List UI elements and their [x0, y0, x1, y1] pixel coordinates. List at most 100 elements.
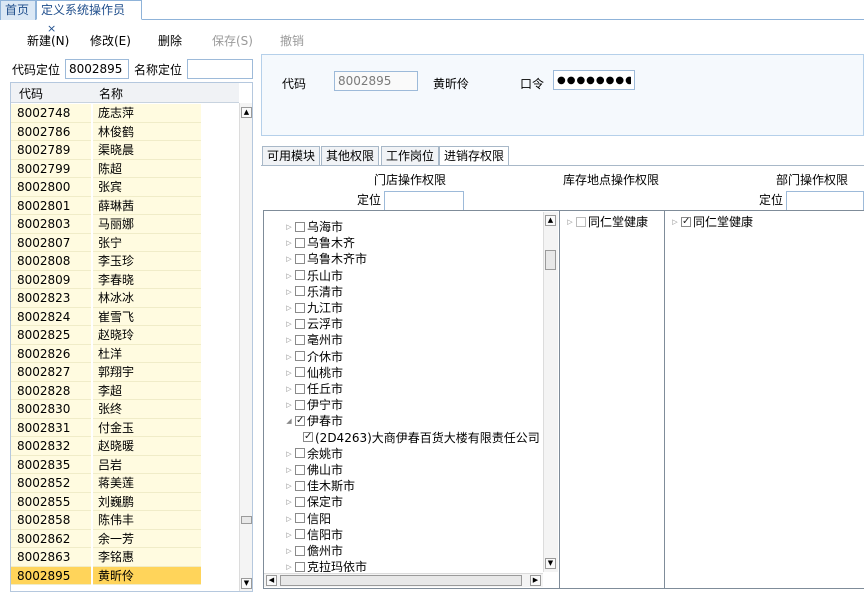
tree-checkbox[interactable] [295, 496, 305, 507]
tree-item[interactable]: ▷ 九江市 [284, 300, 343, 316]
tree-item[interactable]: ▷ 乌鲁木齐 [284, 235, 355, 251]
tree-item[interactable]: ▷ 克拉玛依市 [284, 559, 367, 572]
table-row[interactable]: 8002863 李铭惠 [11, 548, 239, 567]
warehouse-tree-item[interactable]: ▷ 同仁堂健康 [565, 214, 648, 230]
collapsed-arrow-icon[interactable]: ▷ [284, 251, 294, 267]
table-row[interactable]: 8002803 马丽娜 [11, 215, 239, 234]
table-row[interactable]: 8002809 李春晓 [11, 270, 239, 289]
tree-checkbox[interactable] [295, 383, 305, 394]
tree-item[interactable]: ▷ 乐清市 [284, 284, 343, 300]
tree-checkbox[interactable] [295, 318, 305, 329]
store-locate-input[interactable] [384, 191, 464, 211]
warehouse-checkbox[interactable] [576, 216, 586, 227]
collapsed-arrow-icon[interactable]: ▷ [284, 219, 294, 235]
tree-item[interactable]: ▷ 保定市 [284, 494, 343, 510]
table-row[interactable]: 8002855 刘巍鹏 [11, 492, 239, 511]
tree-item[interactable]: ▷ 信阳 [284, 511, 331, 527]
tree-item[interactable]: ▷ 乌鲁木齐市 [284, 251, 367, 267]
tree-item[interactable]: ▷ 乌海市 [284, 219, 343, 235]
table-row[interactable]: 8002786 林俊鹤 [11, 122, 239, 141]
collapsed-arrow-icon[interactable]: ▷ [284, 446, 294, 462]
tree-item[interactable]: ▷ 云浮市 [284, 316, 343, 332]
collapsed-arrow-icon[interactable]: ▷ [670, 214, 680, 230]
tree-item[interactable]: ▷ 介休市 [284, 349, 343, 365]
collapsed-arrow-icon[interactable]: ▷ [284, 494, 294, 510]
tree-checkbox[interactable] [295, 367, 305, 378]
table-row[interactable]: 8002800 张宾 [11, 178, 239, 197]
tab-home[interactable]: 首页 [0, 0, 36, 20]
tree-checkbox[interactable] [295, 464, 305, 475]
tree-item[interactable]: (2D4263)大商伊春百货大楼有限责任公司 [302, 429, 540, 446]
table-row[interactable]: 8002824 崔雪飞 [11, 307, 239, 326]
scroll-down-icon[interactable]: ▼ [545, 558, 556, 569]
tree-checkbox[interactable] [295, 221, 305, 232]
tree-checkbox[interactable] [295, 237, 305, 248]
tab-define-operator[interactable]: 定义系统操作员× [36, 0, 142, 35]
table-row[interactable]: 8002852 蒋美莲 [11, 474, 239, 493]
tree-checkbox[interactable] [295, 448, 305, 459]
tree-item[interactable]: ▷ 伊宁市 [284, 397, 343, 413]
table-row[interactable]: 8002835 吕岩 [11, 455, 239, 474]
collapsed-arrow-icon[interactable]: ▷ [284, 365, 294, 381]
collapsed-arrow-icon[interactable]: ▷ [284, 381, 294, 397]
new-button[interactable]: 新建(N) [27, 33, 69, 49]
tree-item[interactable]: ▷ 乐山市 [284, 268, 343, 284]
collapsed-arrow-icon[interactable]: ▷ [565, 214, 575, 230]
tree-checkbox[interactable] [295, 334, 305, 345]
grid-scroll-thumb[interactable] [241, 516, 252, 524]
table-row[interactable]: 8002831 付金玉 [11, 418, 239, 437]
tree-item[interactable]: ◢ 伊春市 [284, 413, 343, 429]
table-row[interactable]: 8002830 张终 [11, 400, 239, 419]
password-field[interactable] [553, 70, 635, 90]
scroll-up-icon[interactable]: ▲ [545, 215, 556, 226]
table-row[interactable]: 8002808 李玉珍 [11, 252, 239, 271]
tree-item[interactable]: ▷ 亳州市 [284, 332, 343, 348]
tree-checkbox[interactable] [295, 399, 305, 410]
header-code-input[interactable] [334, 71, 418, 91]
grid-header-code[interactable]: 代码 [19, 85, 43, 102]
table-row[interactable]: 8002895 黄昕伶 [11, 566, 239, 585]
store-tree-vscrollbar[interactable]: ▲ ▼ [543, 212, 558, 572]
table-row[interactable]: 8002827 郭翔宇 [11, 363, 239, 382]
tree-checkbox[interactable] [295, 413, 305, 429]
collapsed-arrow-icon[interactable]: ▷ [284, 332, 294, 348]
tab-modules[interactable]: 可用模块 [262, 146, 321, 166]
tree-item[interactable]: ▷ 信阳市 [284, 527, 343, 543]
grid-scrollbar[interactable]: ▲ ▼ [239, 103, 252, 591]
collapsed-arrow-icon[interactable]: ▷ [284, 316, 294, 332]
table-row[interactable]: 8002858 陈伟丰 [11, 511, 239, 530]
collapsed-arrow-icon[interactable]: ▷ [284, 527, 294, 543]
tree-item[interactable]: ▷ 余姚市 [284, 446, 343, 462]
edit-button[interactable]: 修改(E) [90, 33, 131, 49]
tree-checkbox[interactable] [295, 270, 305, 281]
table-row[interactable]: 8002807 张宁 [11, 233, 239, 252]
collapsed-arrow-icon[interactable]: ▷ [284, 284, 294, 300]
dept-checkbox[interactable] [681, 214, 691, 230]
table-row[interactable]: 8002748 庞志萍 [11, 104, 239, 123]
table-row[interactable]: 8002828 李超 [11, 381, 239, 400]
tree-checkbox[interactable] [295, 480, 305, 491]
grid-header-name[interactable]: 名称 [99, 85, 123, 102]
expanded-arrow-icon[interactable]: ◢ [284, 413, 294, 429]
table-row[interactable]: 8002789 渠晓晨 [11, 141, 239, 160]
tree-checkbox[interactable] [295, 561, 305, 572]
tree-item[interactable]: ▷ 儋州市 [284, 543, 343, 559]
scroll-right-icon[interactable]: ▶ [530, 575, 541, 586]
collapsed-arrow-icon[interactable]: ▷ [284, 462, 294, 478]
delete-button[interactable]: 删除 [158, 33, 182, 49]
collapsed-arrow-icon[interactable]: ▷ [284, 543, 294, 559]
store-tree-hthumb[interactable] [280, 575, 522, 586]
scroll-up-icon[interactable]: ▲ [241, 107, 252, 118]
table-row[interactable]: 8002801 薛琳茜 [11, 196, 239, 215]
table-row[interactable]: 8002826 杜洋 [11, 344, 239, 363]
collapsed-arrow-icon[interactable]: ▷ [284, 349, 294, 365]
tree-checkbox[interactable] [295, 286, 305, 297]
table-row[interactable]: 8002862 余一芳 [11, 529, 239, 548]
collapsed-arrow-icon[interactable]: ▷ [284, 397, 294, 413]
tree-checkbox[interactable] [295, 351, 305, 362]
scroll-left-icon[interactable]: ◀ [266, 575, 277, 586]
dept-tree-item[interactable]: ▷ 同仁堂健康 [670, 214, 753, 230]
tree-item[interactable]: ▷ 佳木斯市 [284, 478, 355, 494]
tree-checkbox[interactable] [303, 429, 313, 445]
collapsed-arrow-icon[interactable]: ▷ [284, 300, 294, 316]
